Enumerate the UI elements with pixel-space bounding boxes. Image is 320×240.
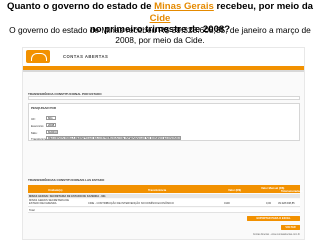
total-row: Total [28,208,300,213]
row-transfer: CIDE - CONTRIBUIÇÃO DE INTERVENÇÃO NO DO… [88,201,174,205]
transfer-select[interactable]: RECURSOS PARA A REPARTIÇÃO DA CONTRIBUIÇ… [46,136,181,140]
year-select[interactable]: 2008 [46,123,56,127]
year-label: Exercício: [31,124,45,128]
row-value: 0,00 [266,201,272,205]
uf-select[interactable]: MG [46,116,56,120]
headline-prefix: Quanto o governo do estado de [6,1,155,12]
group-row: MINAS GERAIS: SECRETARIA DE ESTADO DE FA… [28,194,300,198]
row-total: 39.328.608,85 [278,201,295,205]
footer-text: Contas Abertas - www.contasabertas.com.b… [252,233,300,236]
back-button[interactable]: VOLTAR [281,225,300,230]
total-label: Total [29,209,35,212]
section-divider [28,96,300,100]
cide-link[interactable]: Cide [150,13,171,24]
col-transfer: Transferência [148,187,167,192]
table-row[interactable]: MINAS GERAIS SECRETARIA DE ESTADO DE FAZ… [28,199,300,207]
col-total: Total acumulado [281,189,304,193]
row-code: 0100 [224,201,230,205]
row-entity: MINAS GERAIS SECRETARIA DE ESTADO DE FAZ… [29,199,70,205]
month-select[interactable]: MARÇO [46,130,58,134]
state-link[interactable]: Minas Gerais [154,1,214,12]
export-excel-button[interactable]: EXPORTAR PARA O EXCEL [247,216,300,221]
results-table-header: Unidade(s) Transferência Valor (R$) Valo… [28,185,304,193]
divider [23,70,304,72]
search-title: PESQUISAR POR [31,106,57,110]
search-panel: PESQUISAR POR UF: MG Exercício: 2008 Mês… [28,103,300,141]
uf-label: UF: [31,117,36,121]
embedded-screenshot: CONTAS ABERTAS TRANSFERÊNCIA CONSTITUCIO… [22,47,305,240]
section-title-results: TRANSFERÊNCIAS CONSTITUCIONAIS LAS ESTAD… [28,178,105,182]
site-title: CONTAS ABERTAS [63,54,109,59]
headline-middle: recebeu, por meio da [213,1,314,12]
site-logo [26,50,50,63]
col-entity: Unidade(s) [48,187,63,192]
group-row-label: MINAS GERAIS: SECRETARIA DE ESTADO DE FA… [29,194,106,198]
month-label: Mês: [31,131,38,135]
site-header: CONTAS ABERTAS [23,48,304,66]
col-value: Valor (R$) [228,187,242,192]
answer-text: O governo do estado de Minas recebeu R$ … [9,25,311,45]
